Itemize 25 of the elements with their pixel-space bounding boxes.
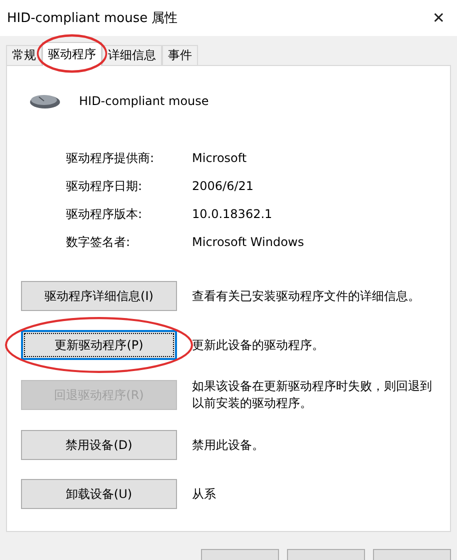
tab[interactable]: 驱动程序 [42, 42, 102, 66]
property-value: Microsoft Windows [192, 234, 305, 250]
action-description: 更新此设备的驱动程序。 [192, 336, 325, 354]
property-value: 2006/6/21 [192, 178, 255, 194]
tab[interactable]: 事件 [162, 45, 198, 65]
property-value: 10.0.18362.1 [192, 206, 274, 222]
property-label: 驱动程序提供商: [66, 150, 156, 166]
property-label: 数字签名者: [66, 234, 132, 250]
action-description: 如果该设备在更新驱动程序时失败，则回退到以前安装的驱动程序。 [192, 378, 432, 412]
property-value: Microsoft [192, 150, 248, 166]
tab[interactable]: 常规 [6, 45, 42, 65]
action-description: 从系 [192, 486, 217, 502]
property-label: 驱动程序版本: [66, 206, 144, 222]
action-description: 禁用此设备。 [192, 436, 265, 454]
action-button[interactable]: 驱动程序详细信息(I) [21, 281, 177, 311]
device-name: HID-compliant mouse [79, 94, 209, 108]
window-title: HID-compliant mouse 属性 [7, 10, 178, 27]
action-button[interactable]: 更新驱动程序(P) [21, 330, 177, 360]
close-button[interactable]: ✕ [428, 9, 449, 27]
property-label: 驱动程序日期: [66, 178, 144, 194]
action-button[interactable]: 禁用设备(D) [21, 430, 177, 460]
tab[interactable]: 详细信息 [102, 45, 162, 65]
action-button[interactable]: 卸载设备(U) [21, 479, 177, 509]
mouse-icon [29, 92, 61, 110]
action-description: 查看有关已安装驱动程序文件的详细信息。 [192, 288, 421, 304]
